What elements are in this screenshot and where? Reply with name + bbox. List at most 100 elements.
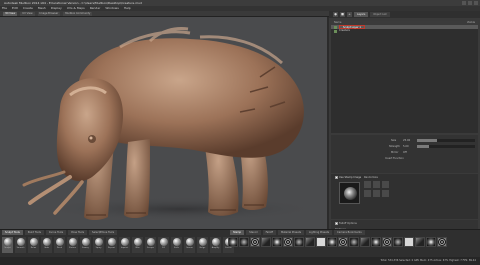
bulge-ball-icon	[198, 238, 207, 246]
tool-spray[interactable]: Spray	[93, 237, 104, 253]
mirror-dropdown[interactable]: Off	[403, 151, 407, 154]
stamp-thumbnail[interactable]	[316, 237, 326, 247]
tab-pose-tools[interactable]: Pose Tools	[68, 230, 87, 235]
stamp-option[interactable]	[364, 181, 371, 188]
stamp-thumbnail[interactable]	[261, 237, 271, 247]
tab-layers[interactable]: Layers	[354, 12, 369, 17]
falloff-label: Falloff Options	[339, 222, 357, 225]
strength-value[interactable]: 5.00	[403, 145, 409, 148]
tab-sculpt-tools[interactable]: Sculpt Tools	[2, 230, 23, 235]
stamp-thumbnail[interactable]	[415, 237, 425, 247]
window-controls	[462, 1, 478, 5]
tool-shelf: Sculpt Tools Paint Tools Curve Tools Pos…	[0, 229, 480, 257]
tab-stamp[interactable]: Stamp	[230, 230, 245, 235]
tool-pinch[interactable]: Pinch	[54, 237, 65, 253]
size-value[interactable]: 25.00	[403, 139, 410, 142]
tool-wax[interactable]: Wax	[132, 237, 143, 253]
stamp-option[interactable]	[373, 190, 380, 197]
tab-material-presets[interactable]: Material Presets	[277, 230, 305, 235]
tool-grab[interactable]: Grab	[41, 237, 52, 253]
stamp-thumbnail[interactable]	[294, 237, 304, 247]
flatten-ball-icon	[68, 238, 77, 246]
tab-falloff[interactable]: Falloff	[262, 230, 276, 235]
stamp-option[interactable]	[382, 181, 389, 188]
tab-image-browser[interactable]: Image Browser	[37, 11, 61, 16]
stamp-thumbnail[interactable]	[426, 237, 436, 247]
shelf-tabs: Sculpt Tools Paint Tools Curve Tools Pos…	[0, 230, 118, 235]
tool-relax[interactable]: Relax	[28, 237, 39, 253]
tool-fill[interactable]: Fill	[158, 237, 169, 253]
tool-repeat[interactable]: Repeat	[106, 237, 117, 253]
tab-stencil[interactable]: Stencil	[246, 230, 261, 235]
stamp-thumbnail[interactable]	[272, 237, 282, 247]
brush-properties: Size 25.00 Strength 5.00 Mirror Off Inve…	[331, 135, 478, 173]
minimize-icon[interactable]	[462, 1, 466, 5]
stamp-option[interactable]	[373, 181, 380, 188]
stamp-thumbnail[interactable]	[327, 237, 337, 247]
size-slider[interactable]	[417, 139, 475, 142]
layer-visibility-icon[interactable]	[334, 25, 337, 29]
new-layer-icon[interactable]: +	[347, 12, 352, 17]
tool-knife[interactable]: Knife	[171, 237, 182, 253]
sculpted-creature-model[interactable]	[0, 17, 327, 229]
strength-slider[interactable]	[417, 145, 475, 148]
tool-amplify[interactable]: Amplify	[210, 237, 221, 253]
right-panel-tabs: ● ■ + Layers Object List	[329, 11, 480, 18]
tab-object-list[interactable]: Object List	[370, 12, 390, 17]
stamp-thumbnail[interactable]	[349, 237, 359, 247]
sculpt-tools: Sculpt Smooth Relax Grab Pinch Flatten F…	[2, 237, 234, 253]
tool-imprint[interactable]: Imprint	[119, 237, 130, 253]
stamp-thumbnail[interactable]	[283, 237, 293, 247]
layer-name: Creature	[339, 29, 350, 32]
tool-smooth[interactable]: Smooth	[15, 237, 26, 253]
stamp-preview[interactable]	[339, 182, 360, 204]
tab-select-move-tools[interactable]: Select/Move Tools	[89, 230, 118, 235]
tab-mudbox-community[interactable]: Mudbox Community	[63, 11, 93, 16]
imprint-ball-icon	[120, 238, 129, 246]
stamp-swatch	[344, 187, 357, 200]
stamp-option[interactable]	[364, 190, 371, 197]
tab-curve-tools[interactable]: Curve Tools	[45, 230, 67, 235]
randomize-label: Randomize	[364, 176, 378, 179]
stamp-thumbnail[interactable]	[360, 237, 370, 247]
window-title: Autodesk Mudbox 2014 x64 - Educational V…	[4, 1, 142, 5]
tab-uv-view[interactable]: UV View	[20, 11, 35, 16]
maximize-icon[interactable]	[468, 1, 472, 5]
stamp-thumbnail[interactable]	[305, 237, 315, 247]
stamp-thumbnail[interactable]	[250, 237, 260, 247]
grab-ball-icon	[42, 238, 51, 246]
lock-icon[interactable]: ■	[340, 12, 345, 17]
status-text: Total: 534,336 Selected: 0 GPU Mem: 475 …	[380, 259, 476, 262]
invert-function-label[interactable]: Invert Function	[385, 157, 404, 160]
stamp-option[interactable]	[382, 190, 389, 197]
stamp-thumbnail[interactable]	[437, 237, 447, 247]
falloff-checkbox[interactable]: Falloff Options	[335, 222, 357, 225]
stamp-thumbnail[interactable]	[228, 237, 238, 247]
smear-ball-icon	[185, 238, 194, 246]
tool-smear[interactable]: Smear	[184, 237, 195, 253]
tool-flatten[interactable]: Flatten	[67, 237, 78, 253]
stamp-thumbnail[interactable]	[404, 237, 414, 247]
tool-scrape[interactable]: Scrape	[145, 237, 156, 253]
checkbox-icon[interactable]	[335, 222, 338, 225]
stamp-thumbnail[interactable]	[371, 237, 381, 247]
checkbox-icon[interactable]	[335, 176, 338, 179]
fill-ball-icon	[159, 238, 168, 246]
tab-camera-bookmarks[interactable]: Camera Bookmarks	[334, 230, 365, 235]
repeat-ball-icon	[107, 238, 116, 246]
tab-3d-view[interactable]: 3D View	[3, 11, 18, 16]
tool-sculpt[interactable]: Sculpt	[2, 237, 13, 253]
tool-bulge[interactable]: Bulge	[197, 237, 208, 253]
pinch-ball-icon	[55, 238, 64, 246]
stamp-thumbnail[interactable]	[393, 237, 403, 247]
tool-foamy[interactable]: Foamy	[80, 237, 91, 253]
stamp-thumbnail[interactable]	[338, 237, 348, 247]
close-icon[interactable]	[474, 1, 478, 5]
tab-paint-tools[interactable]: Paint Tools	[24, 230, 44, 235]
tab-lighting-presets[interactable]: Lighting Presets	[306, 230, 333, 235]
3d-viewport[interactable]	[0, 17, 327, 229]
stamp-thumbnail[interactable]	[382, 237, 392, 247]
stamp-thumbnail[interactable]	[239, 237, 249, 247]
use-stamp-checkbox[interactable]: Use Stamp Image	[335, 176, 361, 179]
eye-icon[interactable]: ●	[333, 12, 338, 17]
